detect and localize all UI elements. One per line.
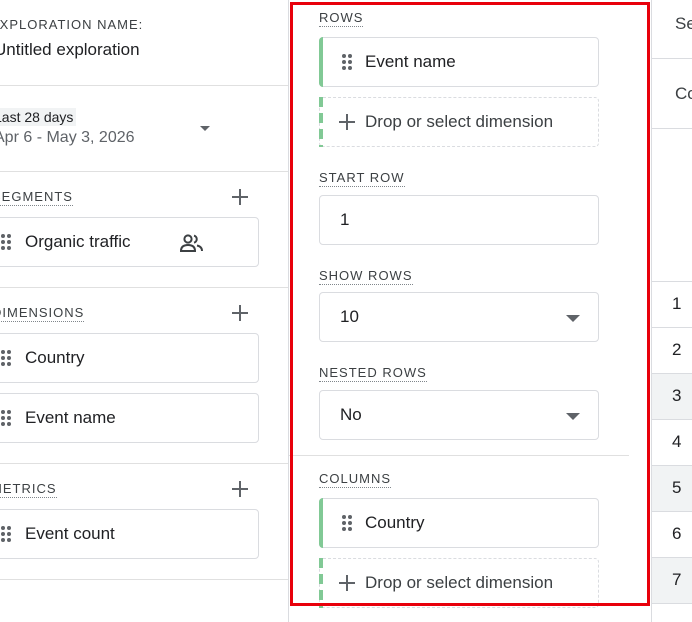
exploration-name-section: EXPLORATION NAME: Untitled exploration — [0, 0, 288, 86]
table-row[interactable]: 4 — [652, 420, 692, 466]
row-number: 6 — [672, 524, 682, 543]
segment-label: Organic traffic — [25, 232, 131, 251]
columns-label: COLUMNS — [319, 471, 392, 488]
start-row-input[interactable] — [320, 196, 598, 244]
drop-accent-bar — [319, 97, 323, 147]
metrics-section: METRICS Event count — [0, 464, 288, 580]
date-range-section[interactable]: Last 28 days Apr 6 - May 3, 2026 — [0, 86, 288, 172]
show-rows-label: SHOW ROWS — [319, 268, 413, 285]
start-row-field[interactable] — [319, 195, 599, 245]
drag-handle-icon[interactable] — [342, 54, 352, 70]
dropdown-arrow-icon — [566, 413, 580, 420]
start-row-label: START ROW — [319, 170, 405, 187]
dimension-chip-event-name[interactable]: Event name — [0, 393, 259, 443]
row-number: 4 — [672, 432, 682, 451]
drag-handle-icon[interactable] — [1, 234, 11, 250]
segments-section: SEGMENTS Organic traffic — [0, 172, 288, 288]
segments-label: SEGMENTS — [0, 189, 73, 206]
report-canvas: Se Co 1 2 3 4 5 6 7 — [651, 0, 692, 622]
table-row[interactable]: 1 — [652, 282, 692, 328]
header-divider — [652, 128, 692, 129]
rows-chip-label: Event name — [365, 52, 456, 71]
exploration-name[interactable]: Untitled exploration — [0, 40, 140, 60]
drop-accent-bar — [319, 558, 323, 608]
people-icon — [179, 234, 203, 252]
rows-drop-label: Drop or select dimension — [365, 112, 554, 131]
header-divider — [652, 58, 692, 59]
drag-handle-icon[interactable] — [342, 515, 352, 531]
date-preset-badge: Last 28 days — [0, 108, 77, 126]
table-row[interactable]: 5 — [652, 466, 692, 512]
nested-rows-select[interactable]: No — [319, 390, 599, 440]
columns-chip-label: Country — [365, 513, 425, 532]
row-number: 1 — [672, 294, 682, 313]
variables-panel: EXPLORATION NAME: Untitled exploration L… — [0, 0, 289, 622]
row-number: 7 — [672, 570, 682, 589]
drag-handle-icon[interactable] — [1, 350, 11, 366]
nested-rows-label: NESTED ROWS — [319, 365, 427, 382]
table-row[interactable]: 2 — [652, 328, 692, 374]
dimensions-label: DIMENSIONS — [0, 305, 85, 322]
tab-settings-panel: ROWS Event name Drop or select dimension… — [289, 0, 629, 622]
add-segment-icon[interactable] — [230, 187, 250, 207]
table-row[interactable]: 6 — [652, 512, 692, 558]
dimensions-section: DIMENSIONS Country Event name — [0, 288, 288, 464]
columns-drop-zone[interactable]: Drop or select dimension — [319, 558, 599, 608]
metrics-label: METRICS — [0, 481, 57, 498]
columns-drop-label: Drop or select dimension — [365, 573, 554, 592]
drag-handle-icon[interactable] — [1, 526, 11, 542]
dropdown-arrow-icon — [566, 315, 580, 322]
chip-accent-bar — [319, 498, 323, 548]
dimension-chip-country[interactable]: Country — [0, 333, 259, 383]
plus-icon — [337, 112, 357, 132]
canvas-header-text[interactable]: Co — [675, 84, 692, 104]
table-row[interactable]: 7 — [652, 558, 692, 604]
row-number: 2 — [672, 340, 682, 359]
plus-icon — [337, 573, 357, 593]
segment-chip[interactable]: Organic traffic — [0, 217, 259, 267]
dimension-label: Event name — [25, 408, 116, 427]
metric-label: Event count — [25, 524, 115, 543]
row-number: 5 — [672, 478, 682, 497]
exploration-name-label: EXPLORATION NAME: — [0, 17, 144, 32]
show-rows-value: 10 — [340, 307, 359, 326]
columns-dimension-chip[interactable]: Country — [319, 498, 599, 548]
rows-label: ROWS — [319, 10, 364, 27]
row-number: 3 — [672, 386, 682, 405]
add-dimension-icon[interactable] — [230, 303, 250, 323]
rows-drop-zone[interactable]: Drop or select dimension — [319, 97, 599, 147]
canvas-header-text[interactable]: Se — [675, 14, 692, 34]
dimension-label: Country — [25, 348, 85, 367]
section-divider — [289, 455, 629, 456]
chip-accent-bar — [319, 37, 323, 87]
drag-handle-icon[interactable] — [1, 410, 11, 426]
show-rows-select[interactable]: 10 — [319, 292, 599, 342]
date-dropdown-icon[interactable] — [200, 126, 210, 131]
table-row[interactable]: 3 — [652, 374, 692, 420]
rows-dimension-chip[interactable]: Event name — [319, 37, 599, 87]
nested-rows-value: No — [340, 405, 362, 424]
add-metric-icon[interactable] — [230, 479, 250, 499]
metric-chip-event-count[interactable]: Event count — [0, 509, 259, 559]
date-range-text: Apr 6 - May 3, 2026 — [0, 129, 135, 146]
